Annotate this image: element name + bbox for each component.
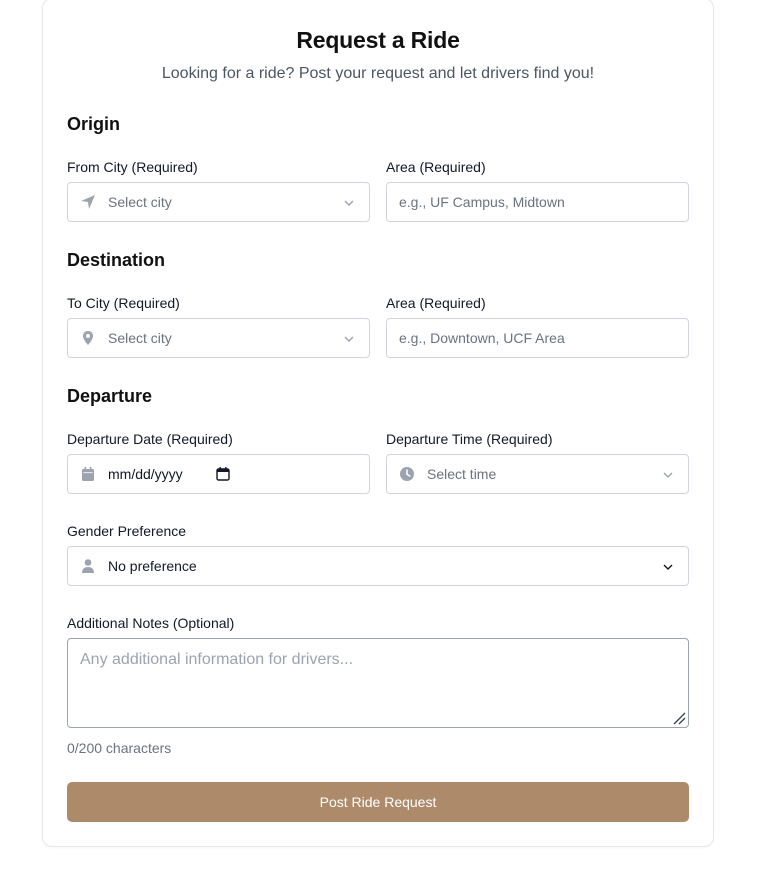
- departure-time-label: Departure Time (Required): [386, 431, 553, 447]
- chevron-down-icon: [662, 468, 674, 480]
- post-ride-request-button[interactable]: Post Ride Request: [67, 782, 689, 822]
- to-city-value: Select city: [108, 330, 172, 346]
- additional-notes-label: Additional Notes (Optional): [67, 615, 235, 631]
- from-city-value: Select city: [108, 194, 172, 210]
- from-city-label: From City (Required): [67, 159, 198, 175]
- origin-area-label: Area (Required): [386, 159, 486, 175]
- gender-preference-label: Gender Preference: [67, 523, 187, 539]
- calendar-icon: [80, 466, 96, 482]
- character-counter: 0/200 characters: [67, 740, 172, 756]
- gender-preference-select[interactable]: No preference: [67, 546, 689, 586]
- departure-time-select[interactable]: Select time: [386, 454, 689, 494]
- destination-heading: Destination: [67, 250, 166, 270]
- from-city-select[interactable]: Select city: [67, 182, 370, 222]
- additional-notes-textarea[interactable]: Any additional information for drivers..…: [67, 638, 689, 728]
- origin-heading: Origin: [67, 114, 120, 134]
- departure-time-value: Select time: [427, 466, 497, 482]
- resize-handle-icon[interactable]: [672, 711, 686, 725]
- chevron-down-icon: [343, 196, 355, 208]
- origin-area-placeholder: e.g., UF Campus, Midtown: [399, 194, 565, 210]
- departure-date-input[interactable]: mm/dd/yyyy: [67, 454, 370, 494]
- map-pin-icon: [80, 330, 96, 346]
- destination-area-input[interactable]: e.g., Downtown, UCF Area: [386, 318, 689, 358]
- to-city-label: To City (Required): [67, 295, 180, 311]
- navigation-arrow-icon: [80, 194, 96, 210]
- page-title: Request a Ride: [296, 27, 460, 53]
- departure-heading: Departure: [67, 386, 153, 406]
- gender-preference-value: No preference: [108, 558, 197, 574]
- destination-area-label: Area (Required): [386, 295, 486, 311]
- additional-notes-placeholder: Any additional information for drivers..…: [80, 651, 354, 668]
- destination-area-placeholder: e.g., Downtown, UCF Area: [399, 330, 565, 346]
- origin-area-input[interactable]: e.g., UF Campus, Midtown: [386, 182, 689, 222]
- departure-date-value: mm/dd/yyyy: [108, 466, 183, 482]
- calendar-picker-icon[interactable]: [216, 467, 230, 481]
- ride-request-card: Request a Ride Looking for a ride? Post …: [42, 0, 714, 847]
- chevron-down-icon: [343, 332, 355, 344]
- departure-date-label: Departure Date (Required): [67, 431, 233, 447]
- chevron-down-icon: [662, 560, 674, 572]
- page-subtitle: Looking for a ride? Post your request an…: [161, 65, 595, 82]
- user-icon: [80, 558, 96, 574]
- to-city-select[interactable]: Select city: [67, 318, 370, 358]
- clock-icon: [399, 466, 415, 482]
